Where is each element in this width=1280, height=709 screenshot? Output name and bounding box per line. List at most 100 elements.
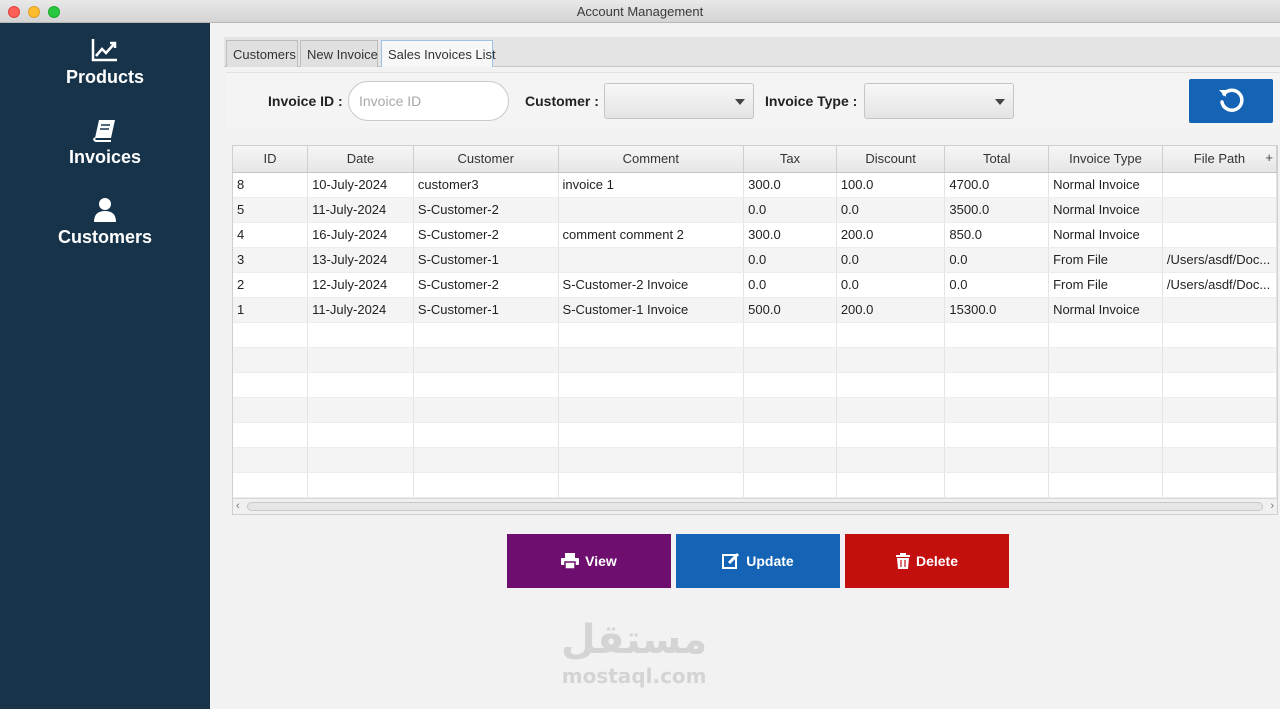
table-row[interactable]: 8 10-July-2024 customer3 invoice 1 300.0 100.… xyxy=(233,172,1277,198)
table-row[interactable]: 1 11-July-2024 S-Customer-1 S-Customer-1 In… xyxy=(233,297,1277,323)
scroll-right-icon[interactable]: › xyxy=(1270,500,1274,512)
table-cell xyxy=(1162,397,1277,423)
table-cell xyxy=(307,422,414,448)
table-cell: 12-July-2024 xyxy=(307,272,414,298)
table-cell xyxy=(413,422,559,448)
table-cell xyxy=(743,347,837,373)
watermark-latin: mostaql.com xyxy=(561,664,707,688)
column-header[interactable]: Customer xyxy=(413,146,559,173)
view-button[interactable]: View xyxy=(507,534,671,588)
table-cell xyxy=(558,247,745,273)
table-cell xyxy=(836,347,946,373)
table-cell: S-Customer-1 xyxy=(413,247,559,273)
chevron-down-icon xyxy=(735,99,745,105)
table-cell xyxy=(1162,172,1277,198)
refresh-button[interactable] xyxy=(1189,79,1273,123)
table-cell: 0.0 xyxy=(944,272,1050,298)
invoice-id-label: Invoice ID : xyxy=(268,93,343,109)
table-row[interactable]: 4 16-July-2024 S-Customer-2 comment comment… xyxy=(233,222,1277,248)
column-header[interactable]: Total xyxy=(944,146,1050,173)
sidebar-item-label: Customers xyxy=(57,227,153,247)
delete-button-label: Delete xyxy=(915,553,959,569)
table-cell: 4700.0 xyxy=(944,172,1050,198)
column-header[interactable]: Invoice Type xyxy=(1048,146,1163,173)
table-cell xyxy=(1162,347,1277,373)
empty-table-row xyxy=(233,397,1277,423)
tab-sales-invoices-list[interactable]: Sales Invoices List xyxy=(381,40,496,67)
invoice-type-label: Invoice Type : xyxy=(765,93,858,109)
table-cell xyxy=(558,322,745,348)
table-cell xyxy=(1048,447,1163,473)
table-cell xyxy=(836,422,946,448)
column-header[interactable]: Discount xyxy=(836,146,946,173)
table-cell: 100.0 xyxy=(836,172,946,198)
table-cell xyxy=(558,472,745,498)
window-title: Account Management xyxy=(576,4,704,19)
tab-new-invoice[interactable]: New Invoice xyxy=(300,40,378,67)
table-cell xyxy=(558,422,745,448)
table-cell xyxy=(233,447,309,473)
scroll-left-icon[interactable]: ‹ xyxy=(236,500,240,512)
sidebar-item-products[interactable]: Products xyxy=(0,37,210,88)
horizontal-scrollbar[interactable]: ‹ › xyxy=(233,498,1277,514)
table-cell xyxy=(1162,372,1277,398)
table-cell xyxy=(944,447,1050,473)
table-cell xyxy=(944,472,1050,498)
invoice-id-input[interactable] xyxy=(348,81,509,121)
table-cell xyxy=(1048,322,1163,348)
table-cell xyxy=(1162,472,1277,498)
table-cell xyxy=(233,472,309,498)
table-cell: Normal Invoice xyxy=(1048,297,1163,323)
update-button[interactable]: Update xyxy=(676,534,840,588)
scrollbar-thumb[interactable] xyxy=(247,502,1263,511)
empty-table-row xyxy=(233,422,1277,448)
table-cell xyxy=(836,322,946,348)
table-cell: 15300.0 xyxy=(944,297,1050,323)
customer-select[interactable] xyxy=(604,83,754,119)
column-header[interactable]: Comment xyxy=(558,146,745,173)
table-row[interactable]: 3 13-July-2024 S-Customer-1 0.0 0.0 0.0 From F… xyxy=(233,247,1277,273)
column-header[interactable]: Date xyxy=(307,146,414,173)
table-cell xyxy=(558,372,745,398)
main-panel: Customers New Invoice Sales Invoices Lis… xyxy=(210,23,1280,709)
sidebar-item-customers[interactable]: Customers xyxy=(0,197,210,248)
table-cell: 16-July-2024 xyxy=(307,222,414,248)
empty-table-row xyxy=(233,447,1277,473)
table-cell: 4 xyxy=(233,222,309,248)
table-row[interactable]: 5 11-July-2024 S-Customer-2 0.0 0.0 3500.0 Nor… xyxy=(233,197,1277,223)
sidebar: Products Invoices Customers xyxy=(0,23,210,709)
table-cell xyxy=(307,397,414,423)
invoices-table[interactable]: ID Date Customer Comment Tax Discount Total Inv… xyxy=(232,145,1278,515)
table-cell: 200.0 xyxy=(836,297,946,323)
table-cell: S-Customer-2 xyxy=(413,222,559,248)
table-cell xyxy=(558,347,745,373)
user-icon xyxy=(94,198,116,222)
table-cell xyxy=(1048,347,1163,373)
table-cell xyxy=(558,197,745,223)
column-header[interactable]: Tax xyxy=(743,146,837,173)
table-cell xyxy=(1048,372,1163,398)
column-header[interactable]: ID xyxy=(233,146,309,173)
table-cell xyxy=(307,322,414,348)
empty-table-row xyxy=(233,347,1277,373)
sidebar-item-invoices[interactable]: Invoices xyxy=(0,117,210,168)
invoice-type-select[interactable] xyxy=(864,83,1014,119)
column-menu-icon[interactable]: + xyxy=(1265,150,1273,165)
table-row[interactable]: 2 12-July-2024 S-Customer-2 S-Customer-2 In… xyxy=(233,272,1277,298)
delete-button[interactable]: Delete xyxy=(845,534,1009,588)
table-cell xyxy=(307,347,414,373)
table-cell: 13-July-2024 xyxy=(307,247,414,273)
table-cell xyxy=(836,397,946,423)
column-header[interactable]: File Path xyxy=(1162,146,1277,173)
table-cell xyxy=(1162,297,1277,323)
table-cell xyxy=(233,347,309,373)
table-cell xyxy=(413,447,559,473)
table-cell xyxy=(743,447,837,473)
table-cell xyxy=(1048,397,1163,423)
table-cell: S-Customer-1 xyxy=(413,297,559,323)
table-cell: 300.0 xyxy=(743,222,837,248)
refresh-icon xyxy=(1219,88,1244,112)
table-cell xyxy=(558,397,745,423)
tab-customers[interactable]: Customers xyxy=(226,40,298,67)
print-icon xyxy=(561,553,580,569)
